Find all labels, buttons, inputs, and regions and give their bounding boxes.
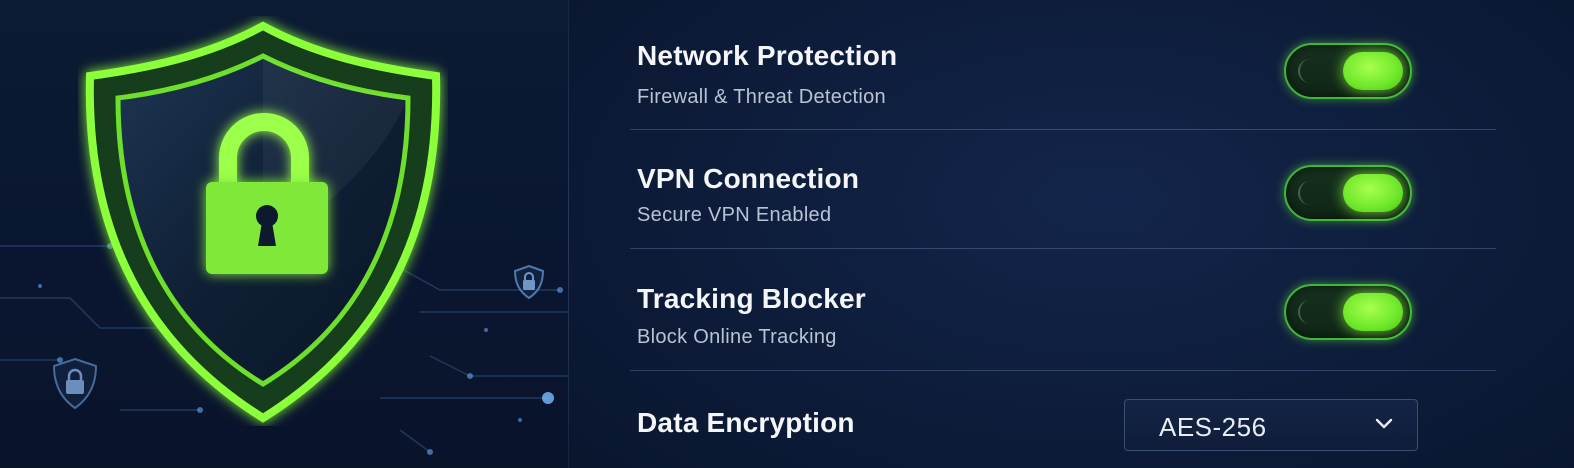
- setting-subtitle: Block Online Tracking: [637, 326, 837, 348]
- setting-title: Data Encryption: [637, 407, 855, 438]
- toggle-track: [1298, 181, 1318, 205]
- small-shield-icon: [513, 264, 545, 300]
- network-protection-toggle[interactable]: [1284, 43, 1412, 99]
- row-divider: [630, 129, 1496, 130]
- shield-lock-icon: [85, 21, 441, 423]
- setting-title: Tracking Blocker: [637, 283, 866, 314]
- toggle-track: [1298, 59, 1318, 83]
- panel-divider: [568, 0, 569, 468]
- chevron-down-icon: [1375, 418, 1393, 429]
- row-divider: [630, 248, 1496, 249]
- toggle-knob: [1343, 174, 1403, 212]
- row-divider: [630, 370, 1496, 371]
- toggle-track: [1298, 300, 1318, 324]
- setting-subtitle: Secure VPN Enabled: [637, 204, 832, 226]
- settings-list: Network Protection Firewall & Threat Det…: [630, 0, 1496, 468]
- setting-subtitle: Firewall & Threat Detection: [637, 86, 886, 108]
- vpn-connection-toggle[interactable]: [1284, 165, 1412, 221]
- toggle-knob: [1343, 293, 1403, 331]
- hero-panel: [0, 0, 568, 468]
- security-settings-screen: Network Protection Firewall & Threat Det…: [0, 0, 1574, 468]
- toggle-knob: [1343, 52, 1403, 90]
- tracking-blocker-toggle[interactable]: [1284, 284, 1412, 340]
- small-shield-icon: [52, 357, 98, 410]
- select-value: AES-256: [1159, 412, 1267, 442]
- encryption-select[interactable]: AES-256: [1124, 399, 1418, 451]
- setting-title: VPN Connection: [637, 163, 860, 194]
- setting-title: Network Protection: [637, 40, 898, 71]
